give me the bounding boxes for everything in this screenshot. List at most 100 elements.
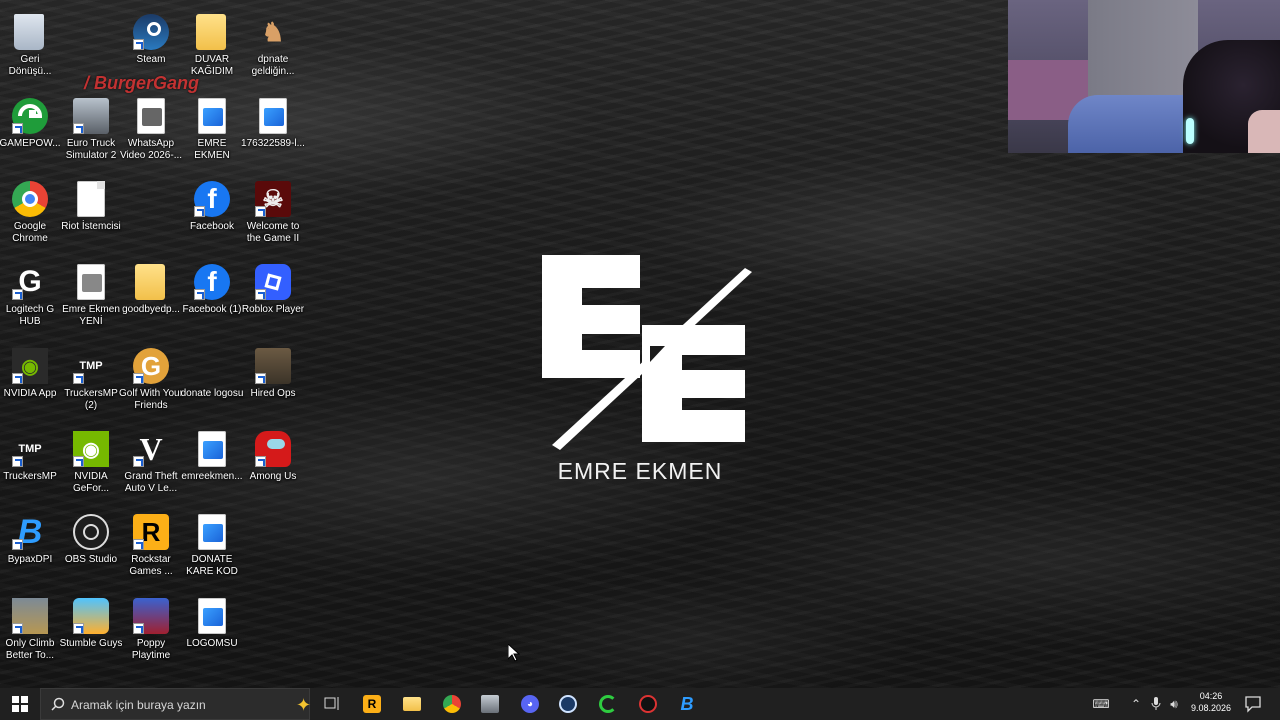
golf-icon: G xyxy=(133,348,169,384)
taskbar-search[interactable]: Aramak için buraya yazın ✦ xyxy=(40,688,311,720)
taskbar-bypax[interactable]: B xyxy=(668,688,706,720)
taskbar-app-red[interactable] xyxy=(629,688,667,720)
chevron-up-icon[interactable]: ⌃ xyxy=(1128,696,1144,712)
recycle-bin-icon xyxy=(14,14,44,50)
bypax-icon: B xyxy=(12,513,48,551)
taskbar-task-view[interactable] xyxy=(313,688,351,720)
desktop-icon-ets2[interactable]: Euro Truck Simulator 2 xyxy=(61,92,121,172)
logitech-icon: G xyxy=(12,264,48,300)
mouse-cursor-icon xyxy=(508,644,520,662)
chrome-icon xyxy=(12,181,48,217)
desktop-icon-truckersmp-2[interactable]: TMP TruckersMP (2) xyxy=(61,342,121,422)
poppy-playtime-icon xyxy=(133,598,169,634)
app-icon xyxy=(639,695,657,713)
skull-icon: ☠ xyxy=(255,181,291,217)
desktop-icon-emre-ekmen[interactable]: EMRE EKMEN xyxy=(182,92,242,172)
facebook-icon: f xyxy=(194,264,230,300)
clock-time: 04:26 xyxy=(1199,691,1223,701)
zip-folder-icon xyxy=(135,264,165,300)
image-file-icon xyxy=(198,98,226,134)
desktop-icon-176322589[interactable]: 176322589-l... xyxy=(241,92,305,172)
blank-file-icon xyxy=(77,181,105,217)
rockstar-icon: R xyxy=(363,695,381,713)
ets2-truck-icon xyxy=(73,98,109,134)
search-icon xyxy=(51,697,65,711)
desktop-icon-donate-logosu[interactable]: donate logosu xyxy=(181,342,244,422)
windows-icon xyxy=(12,696,28,712)
search-placeholder: Aramak için buraya yazın xyxy=(71,698,206,712)
steam-icon xyxy=(133,14,169,50)
keyboard-icon[interactable]: ⌨ xyxy=(1092,696,1109,712)
facebook-icon: f xyxy=(194,181,230,217)
taskbar-chrome[interactable] xyxy=(433,688,471,720)
image-file-icon xyxy=(198,514,226,550)
among-us-icon xyxy=(255,431,291,467)
desktop-icon-golf[interactable]: G Golf With Your Friends xyxy=(119,342,183,422)
desktop-icon-duvar-kagidim[interactable]: DUVAR KAĞIDIM xyxy=(182,8,242,88)
clock[interactable]: 04:26 9.08.2026 xyxy=(1189,690,1233,714)
desktop-icon-dpnate[interactable]: ♞ dpnate geldiğin... xyxy=(243,8,303,88)
desktop-icon-stumble-guys[interactable]: Stumble Guys xyxy=(60,592,122,672)
desktop-icon-whatsapp-video[interactable]: WhatsApp Video 2026-... xyxy=(120,92,182,172)
taskbar-rockstar[interactable]: R xyxy=(353,688,391,720)
video-file-icon xyxy=(77,264,105,300)
nvidia-icon: ◉ xyxy=(12,348,48,384)
notification-icon[interactable] xyxy=(1244,695,1262,713)
stumble-guys-icon xyxy=(73,598,109,634)
desktop-icon-nvidia-geforce[interactable]: ◉ NVIDIA GeFor... xyxy=(61,425,121,505)
microphone-icon[interactable] xyxy=(1148,696,1164,712)
desktop-icon-roblox[interactable]: Roblox Player xyxy=(242,258,304,338)
desktop-icon-chrome[interactable]: Google Chrome xyxy=(0,175,60,255)
desktop-icon-logitech[interactable]: G Logitech G HUB xyxy=(0,258,60,338)
truck-icon: TMP xyxy=(12,431,48,467)
desktop-icon-hired-ops[interactable]: Hired Ops xyxy=(243,342,303,422)
discord-icon: ◕ xyxy=(521,695,539,713)
desktop-icon-gamepower[interactable]: GAMEPOW... xyxy=(0,92,61,172)
taskbar-file-explorer[interactable] xyxy=(393,688,431,720)
gamepower-icon xyxy=(12,98,48,134)
desktop-icon-welcome-game[interactable]: ☠ Welcome to the Game II xyxy=(243,175,303,255)
desktop-icon-recycle-bin[interactable]: Geri Dönüşü... xyxy=(0,8,60,88)
nvidia-icon: ◉ xyxy=(73,431,109,467)
steam-icon xyxy=(559,695,577,713)
rockstar-icon: R xyxy=(133,514,169,550)
desktop-icon-emre-ekmen-yeni[interactable]: Emre Ekmen YENİ xyxy=(61,258,121,338)
desktop-icon-logomsu[interactable]: LOGOMSU xyxy=(182,592,242,672)
taskbar-gamepower[interactable] xyxy=(589,688,627,720)
start-button[interactable] xyxy=(0,688,40,720)
desktop-icon-steam[interactable]: Steam xyxy=(121,8,181,88)
desktop-icon-gta-v[interactable]: V Grand Theft Auto V Le... xyxy=(121,425,181,505)
folder-icon xyxy=(196,14,226,50)
desktop-icon-goodbyedp[interactable]: goodbyedp... xyxy=(121,258,181,338)
volume-icon[interactable]: 🔊︎ xyxy=(1166,696,1182,712)
taskbar-discord[interactable]: ◕ xyxy=(511,688,549,720)
desktop-icon-facebook[interactable]: f Facebook xyxy=(182,175,242,255)
desktop-icon-bypaxdpi[interactable]: B BypaxDPI xyxy=(0,508,60,588)
desktop-icon-riot[interactable]: Riot İstemcisi xyxy=(61,175,121,255)
desktop-icon-obs[interactable]: OBS Studio xyxy=(61,508,121,588)
desktop-icon-truckersmp[interactable]: TMP TruckersMP xyxy=(0,425,60,505)
desktop-icon-donate-kare-kod[interactable]: DONATE KARE KOD xyxy=(182,508,242,588)
image-file-icon xyxy=(198,598,226,634)
taskbar-ets2[interactable] xyxy=(471,688,509,720)
truck-icon xyxy=(481,695,499,713)
gta-icon: V xyxy=(133,431,169,467)
desktop-icon-among-us[interactable]: Among Us xyxy=(243,425,303,505)
only-climb-icon xyxy=(12,598,48,634)
chrome-icon xyxy=(443,695,461,713)
clock-date: 9.08.2026 xyxy=(1190,703,1232,713)
obs-icon xyxy=(73,514,109,550)
desktop-icon-poppy-playtime[interactable]: Poppy Playtime xyxy=(121,592,181,672)
ee-logo: EMRE EKMEN xyxy=(530,250,760,490)
logo-text: EMRE EKMEN xyxy=(557,458,723,484)
desktop-icon-rockstar[interactable]: R Rockstar Games ... xyxy=(121,508,181,588)
folder-icon xyxy=(403,697,421,711)
desktop-icon-nvidia-app[interactable]: ◉ NVIDIA App xyxy=(0,342,60,422)
desktop-icon-only-climb[interactable]: Only Climb Better To... xyxy=(0,592,60,672)
webcam-overlay xyxy=(1008,0,1280,153)
desktop-icon-facebook-1[interactable]: f Facebook (1) xyxy=(182,258,242,338)
task-view-icon xyxy=(324,697,339,710)
ee-logo-mark xyxy=(542,255,752,450)
desktop-icon-emreekmen[interactable]: emreekmen... xyxy=(181,425,243,505)
taskbar-steam[interactable] xyxy=(549,688,587,720)
